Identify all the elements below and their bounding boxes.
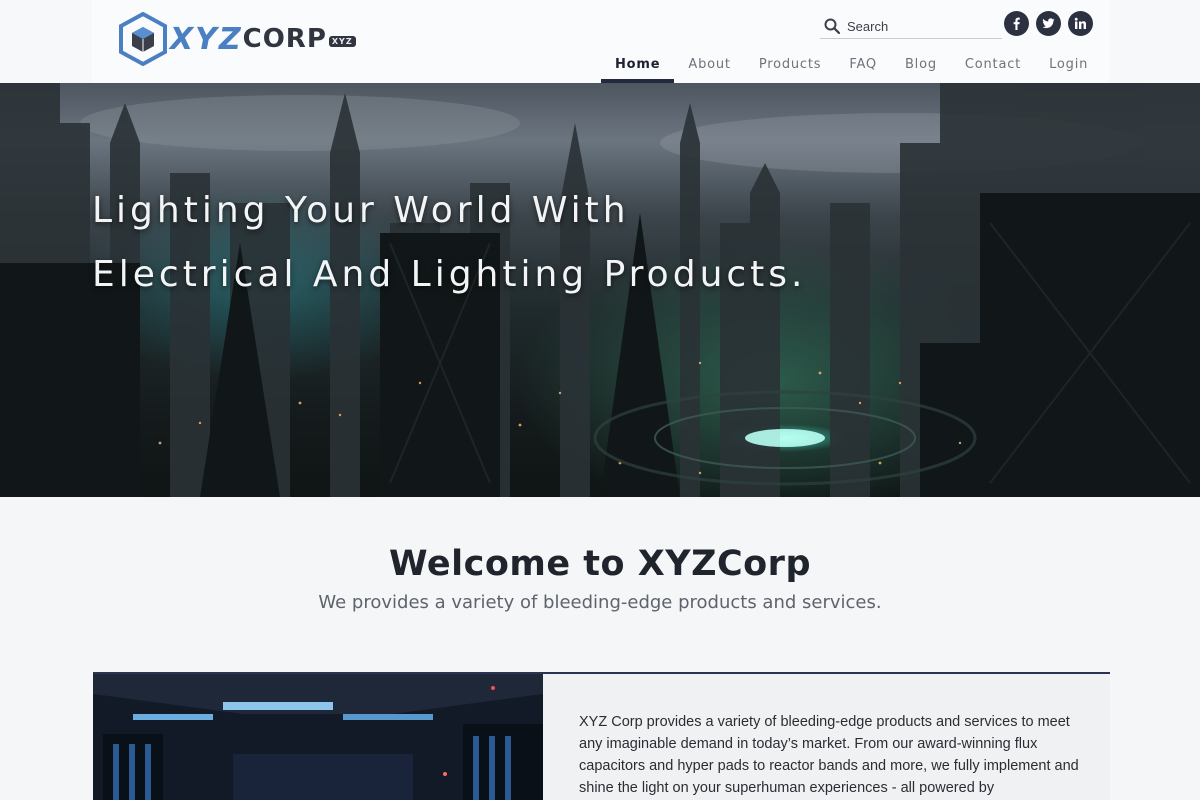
welcome-title: Welcome to XYZCorp [389, 544, 811, 584]
logo-badge: XYZ [328, 35, 356, 47]
hero-banner: Lighting Your World With Electrical And … [0, 83, 1200, 497]
linkedin-icon [1074, 17, 1086, 29]
nav-item-contact[interactable]: Contact [951, 46, 1035, 83]
feature-image [93, 674, 543, 800]
twitter-button[interactable] [1036, 11, 1061, 36]
logo-corp: CORP [242, 24, 327, 54]
nav-item-blog[interactable]: Blog [891, 46, 951, 83]
hero-headline: Lighting Your World With Electrical And … [92, 179, 807, 307]
feature-description: XYZ Corp provides a variety of bleeding-… [579, 714, 1079, 796]
site-logo[interactable]: XYZ CORP XYZ [118, 12, 370, 66]
logo-wordmark: XYZ CORP XYZ [170, 22, 356, 57]
nav-item-about[interactable]: About [674, 46, 744, 83]
linkedin-button[interactable] [1068, 11, 1093, 36]
main-nav: Home About Products FAQ Blog Contact Log… [601, 46, 1102, 83]
hero-line-2: Electrical And Lighting Products. [92, 254, 807, 295]
facebook-icon [1013, 17, 1020, 30]
facebook-button[interactable] [1004, 11, 1029, 36]
nav-item-login[interactable]: Login [1035, 46, 1102, 83]
search-icon[interactable] [823, 17, 841, 35]
nav-item-home[interactable]: Home [601, 46, 675, 83]
nav-item-faq[interactable]: FAQ [835, 46, 891, 83]
search-input[interactable] [847, 18, 997, 34]
welcome-subtitle: We provides a variety of bleeding-edge p… [318, 592, 882, 613]
nav-item-products[interactable]: Products [745, 46, 836, 83]
hero-line-1: Lighting Your World With [92, 190, 630, 231]
search-bar [820, 14, 1002, 39]
cube-logo-icon [119, 12, 167, 66]
twitter-icon [1042, 18, 1055, 29]
logo-xyz: XYZ [170, 21, 243, 57]
